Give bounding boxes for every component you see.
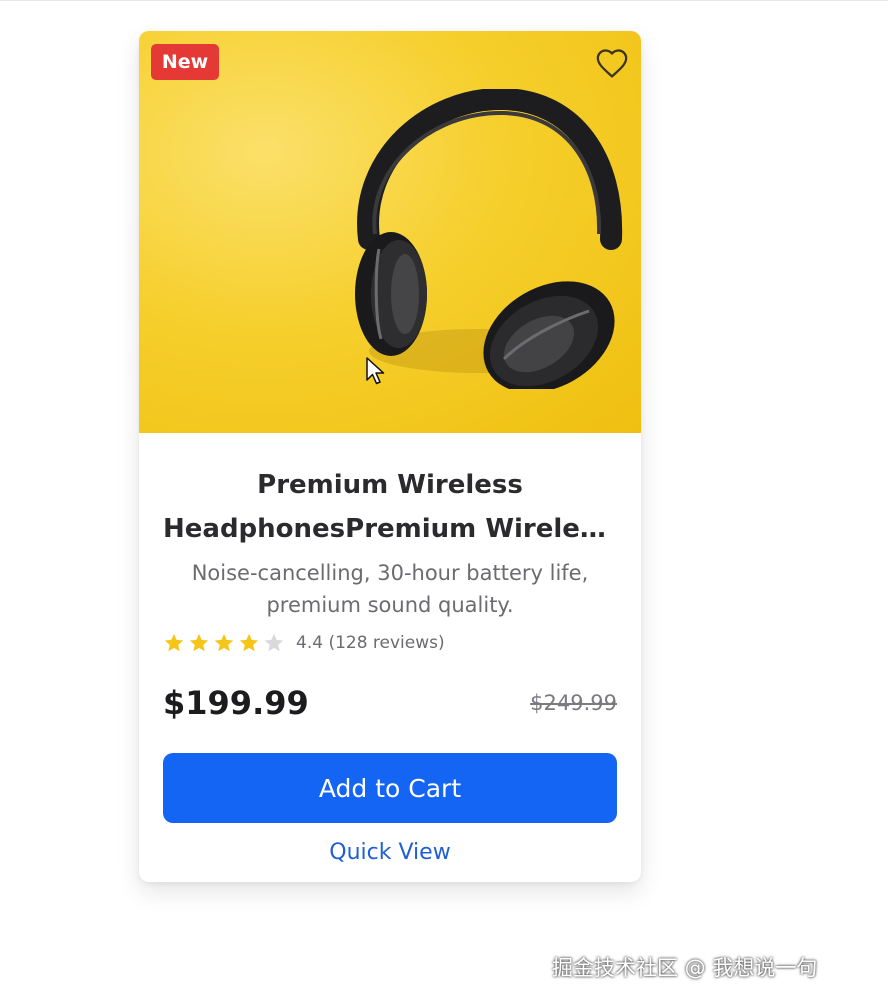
mouse-cursor-icon xyxy=(366,357,385,385)
star-filled-icon xyxy=(164,633,184,652)
watermark-text: 掘金技术社区 @ 我想说一句 xyxy=(552,956,818,980)
add-to-cart-button[interactable]: Add to Cart xyxy=(163,753,617,823)
product-details: Premium Wireless HeadphonesPremium Wirel… xyxy=(139,463,641,871)
current-price: $199.99 xyxy=(163,684,309,722)
top-divider xyxy=(0,0,888,1)
quick-view-link[interactable]: Quick View xyxy=(163,835,617,871)
product-title-line-1: Premium Wireless xyxy=(257,470,523,500)
product-description: Noise-cancelling, 30-hour battery life, … xyxy=(191,561,589,617)
star-filled-icon xyxy=(239,633,259,652)
product-card: New Premium Wireless HeadphonesPremium W… xyxy=(139,31,641,882)
star-filled-icon xyxy=(214,633,234,652)
product-image[interactable]: New xyxy=(139,31,641,433)
price-row: $199.99 $249.99 xyxy=(163,681,617,725)
star-empty-icon xyxy=(264,633,284,652)
headphones-image xyxy=(355,89,623,389)
rating-row: 4.4 (128 reviews) xyxy=(163,631,617,655)
product-title-line-2: HeadphonesPremium Wireles... xyxy=(163,514,617,544)
rating-text: 4.4 (128 reviews) xyxy=(296,633,445,653)
original-price: $249.99 xyxy=(530,691,617,715)
heart-outline-icon[interactable] xyxy=(595,47,629,79)
new-badge: New xyxy=(151,44,219,80)
product-title[interactable]: Premium Wireless HeadphonesPremium Wirel… xyxy=(163,463,617,551)
star-filled-icon xyxy=(189,633,209,652)
